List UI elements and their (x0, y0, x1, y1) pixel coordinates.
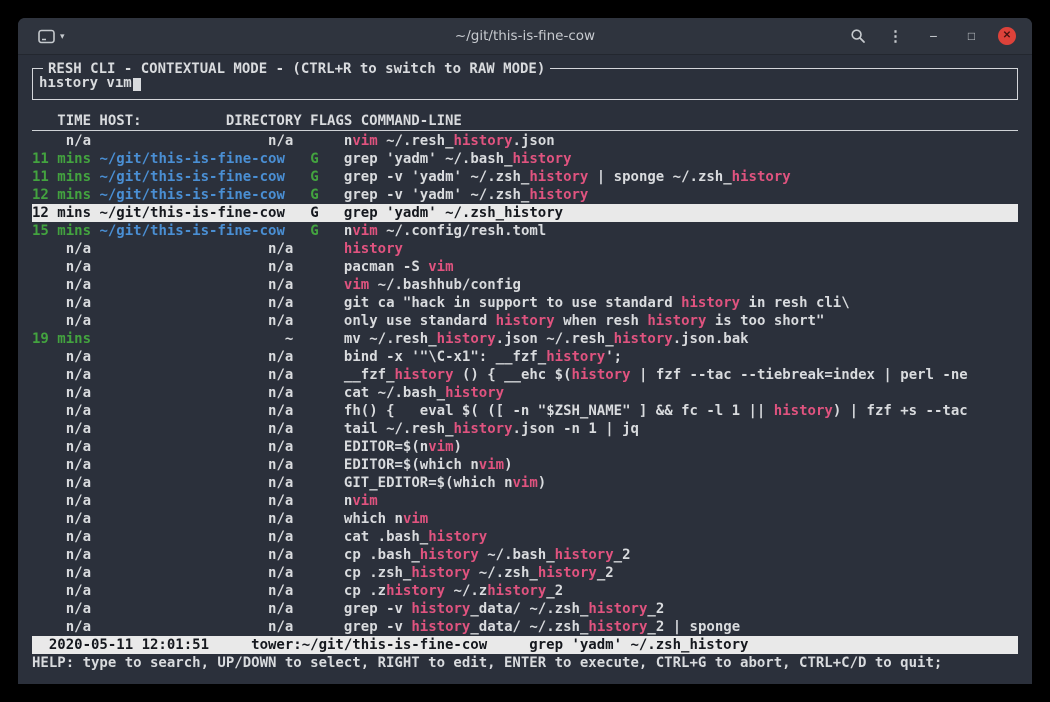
history-row[interactable]: n/a n/a cp .bash_history ~/.bash_history… (32, 546, 1018, 564)
history-row[interactable]: n/a n/a bind -x '"\C-x1": __fzf_history'… (32, 348, 1018, 366)
chevron-down-icon: ▾ (60, 32, 65, 41)
close-icon: ✕ (1003, 31, 1011, 41)
history-row[interactable]: n/a n/a grep -v history_data/ ~/.zsh_his… (32, 618, 1018, 636)
history-row[interactable]: n/a n/a EDITOR=$(nvim) (32, 438, 1018, 456)
history-row[interactable]: n/a n/a which nvim (32, 510, 1018, 528)
text-cursor (133, 76, 141, 91)
history-list: n/a n/a nvim ~/.resh_history.json11 mins… (32, 132, 1018, 636)
maximize-icon: □ (968, 30, 975, 42)
search-box: RESH CLI - CONTEXTUAL MODE - (CTRL+R to … (32, 68, 1018, 100)
titlebar-left: ▾ (34, 27, 69, 46)
history-row[interactable]: n/a n/a grep -v history_data/ ~/.zsh_his… (32, 600, 1018, 618)
terminal-window: ▾ ~/git/this-is-fine-cow ⋮ − □ (18, 18, 1032, 684)
history-row[interactable]: 19 mins ~ mv ~/.resh_history.json ~/.res… (32, 330, 1018, 348)
history-row[interactable]: n/a n/a __fzf_history () { __ehc $(histo… (32, 366, 1018, 384)
window-title: ~/git/this-is-fine-cow (455, 28, 595, 44)
new-terminal-icon (38, 29, 55, 44)
history-row[interactable]: 11 mins ~/git/this-is-fine-cow G grep 'y… (32, 150, 1018, 168)
kebab-menu-icon: ⋮ (888, 29, 903, 44)
table-header: TIME HOST: DIRECTORY FLAGS COMMAND-LINE (32, 112, 1018, 131)
new-terminal-button[interactable]: ▾ (34, 27, 69, 46)
titlebar-right: ⋮ − □ ✕ (846, 25, 1016, 48)
history-row[interactable]: n/a n/a vim ~/.bashhub/config (32, 276, 1018, 294)
terminal-content: RESH CLI - CONTEXTUAL MODE - (CTRL+R to … (18, 55, 1032, 672)
titlebar[interactable]: ▾ ~/git/this-is-fine-cow ⋮ − □ (18, 18, 1032, 55)
history-row[interactable]: n/a n/a GIT_EDITOR=$(which nvim) (32, 474, 1018, 492)
history-row[interactable]: n/a n/a EDITOR=$(which nvim) (32, 456, 1018, 474)
history-row[interactable]: n/a n/a tail ~/.resh_history.json -n 1 |… (32, 420, 1018, 438)
search-button[interactable] (846, 25, 869, 48)
history-row[interactable]: n/a n/a nvim (32, 492, 1018, 510)
history-row[interactable]: 15 mins ~/git/this-is-fine-cow G nvim ~/… (32, 222, 1018, 240)
search-box-title: RESH CLI - CONTEXTUAL MODE - (CTRL+R to … (43, 60, 550, 78)
history-row[interactable]: n/a n/a only use standard history when r… (32, 312, 1018, 330)
close-button[interactable]: ✕ (998, 27, 1016, 45)
history-row[interactable]: 12 mins ~/git/this-is-fine-cow G grep -v… (32, 186, 1018, 204)
history-row[interactable]: n/a n/a cp .zsh_history ~/.zsh_history_2 (32, 564, 1018, 582)
history-row[interactable]: n/a n/a pacman -S vim (32, 258, 1018, 276)
menu-button[interactable]: ⋮ (884, 25, 907, 48)
history-row[interactable]: n/a n/a fh() { eval $( ([ -n "$ZSH_NAME"… (32, 402, 1018, 420)
help-line: HELP: type to search, UP/DOWN to select,… (32, 654, 1018, 672)
status-bar: 2020-05-11 12:01:51 tower:~/git/this-is-… (32, 636, 1018, 654)
minimize-button[interactable]: − (922, 25, 945, 48)
history-row[interactable]: n/a n/a cat .bash_history (32, 528, 1018, 546)
history-row[interactable]: 11 mins ~/git/this-is-fine-cow G grep -v… (32, 168, 1018, 186)
history-row[interactable]: n/a n/a cat ~/.bash_history (32, 384, 1018, 402)
history-row[interactable]: n/a n/a git ca "hack in support to use s… (32, 294, 1018, 312)
minimize-icon: − (929, 29, 937, 43)
history-row[interactable]: n/a n/a nvim ~/.resh_history.json (32, 132, 1018, 150)
history-row[interactable]: 12 mins ~/git/this-is-fine-cow G grep 'y… (32, 204, 1018, 222)
maximize-button[interactable]: □ (960, 25, 983, 48)
history-row[interactable]: n/a n/a cp .zhistory ~/.zhistory_2 (32, 582, 1018, 600)
search-icon (850, 28, 866, 44)
history-row[interactable]: n/a n/a history (32, 240, 1018, 258)
